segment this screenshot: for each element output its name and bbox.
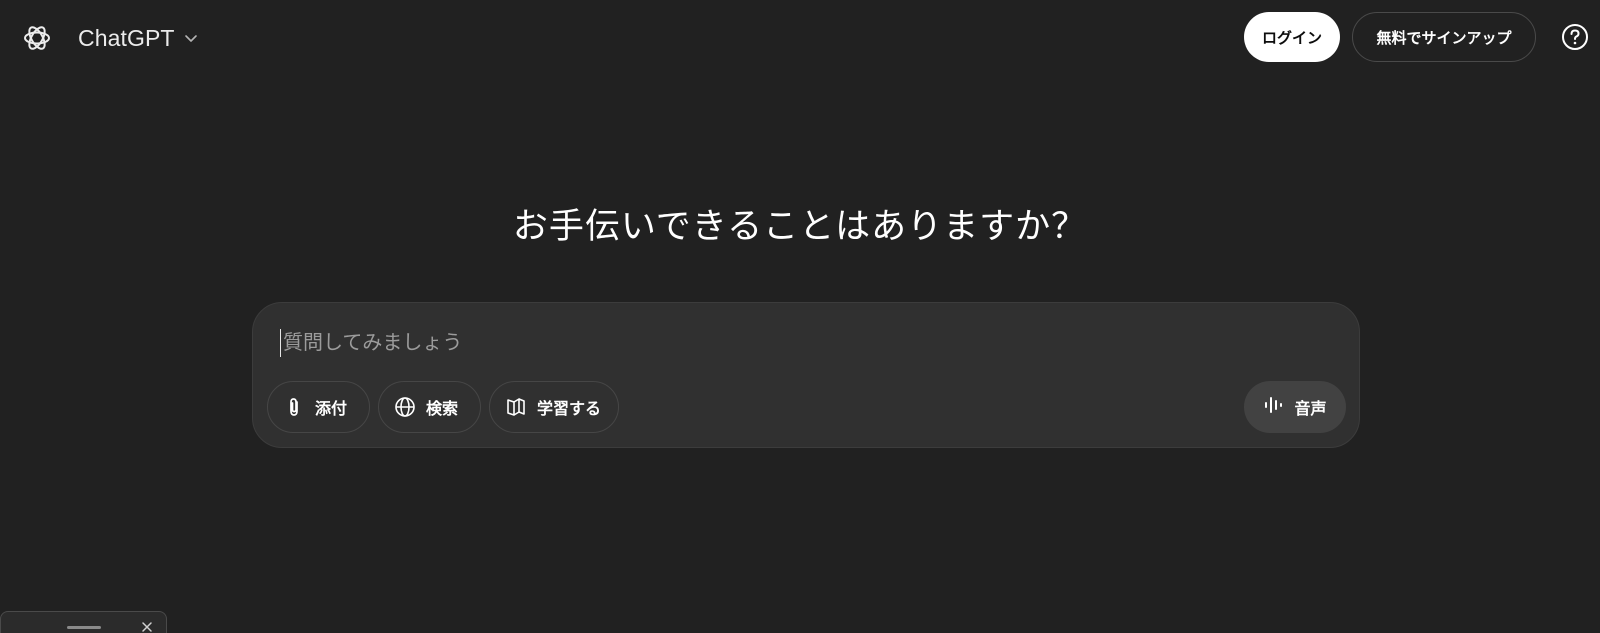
search-label: 検索 [426, 399, 459, 418]
model-name: ChatGPT [78, 24, 175, 51]
prompt-input[interactable] [279, 325, 1327, 359]
text-caret [280, 329, 281, 357]
attach-button[interactable]: 添付 [267, 381, 370, 433]
prompt-composer: 添付 検索 [252, 302, 1360, 448]
signup-button[interactable]: 無料でサインアップ [1352, 12, 1536, 62]
chatgpt-page: ChatGPT ログイン 無料でサインアップ お手伝いできることはありますか？ [0, 0, 1600, 633]
paperclip-icon [282, 395, 306, 419]
question-circle-icon[interactable] [1560, 22, 1590, 52]
search-button[interactable]: 検索 [378, 381, 481, 433]
close-icon[interactable] [139, 619, 155, 633]
model-selector[interactable]: ChatGPT [68, 20, 209, 56]
login-button[interactable]: ログイン [1244, 12, 1340, 62]
study-label: 学習する [537, 399, 602, 418]
book-icon [504, 395, 528, 419]
chevron-down-icon [183, 30, 199, 46]
voice-label: 音声 [1294, 399, 1327, 418]
study-button[interactable]: 学習する [489, 381, 619, 433]
attach-label: 添付 [315, 399, 348, 418]
openai-logo-icon[interactable] [21, 22, 53, 54]
floating-mini-panel [0, 611, 167, 633]
globe-icon [393, 395, 417, 419]
voice-button[interactable]: 音声 [1244, 381, 1346, 433]
top-bar: ChatGPT ログイン 無料でサインアップ [0, 0, 1600, 76]
voice-waveform-icon [1263, 394, 1285, 420]
page-title: お手伝いできることはありますか？ [512, 207, 1088, 247]
openai-logo-svg [24, 26, 50, 50]
drag-handle-icon[interactable] [67, 626, 101, 629]
